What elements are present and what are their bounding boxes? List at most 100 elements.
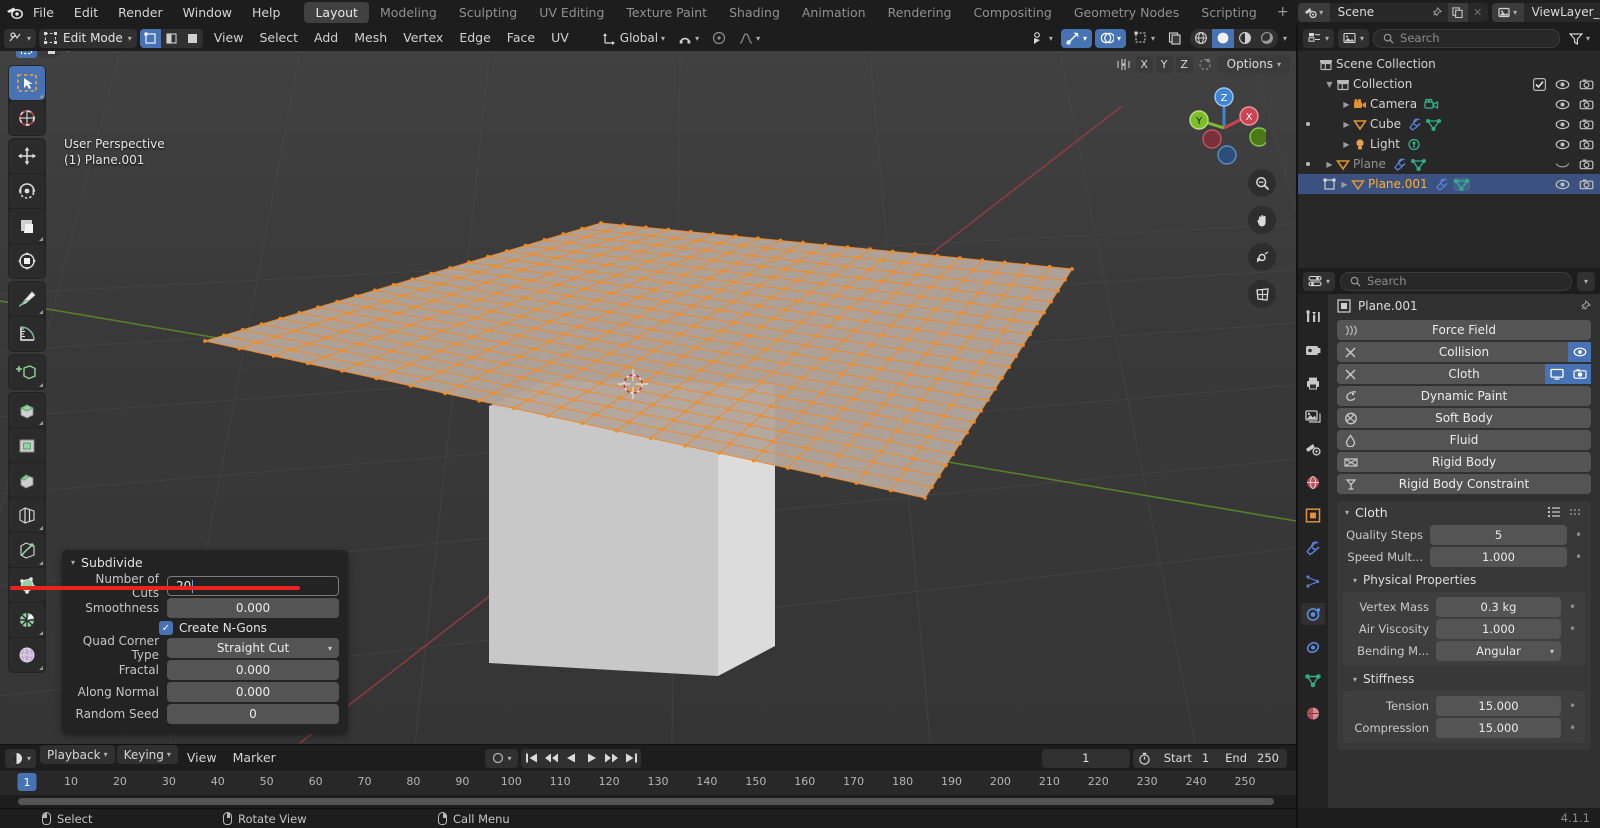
bevel-icon[interactable] <box>9 463 45 497</box>
physics-button-soft-body[interactable]: Soft Body <box>1337 408 1591 428</box>
spin-icon[interactable] <box>9 603 45 637</box>
inset-faces-icon[interactable] <box>9 428 45 462</box>
tweak-select-box-icon[interactable] <box>9 66 45 100</box>
properties-tab-constraints[interactable] <box>1301 636 1325 658</box>
axis-lock-z[interactable]: Z <box>1175 55 1193 73</box>
face-select-icon[interactable] <box>181 28 203 48</box>
cursor-icon[interactable] <box>9 101 45 135</box>
quad-corner-type-select[interactable]: Straight Cut ▾ <box>167 638 339 658</box>
wireframe-shading-icon[interactable] <box>1189 28 1212 48</box>
hide-in-viewport-icon[interactable] <box>1555 158 1570 171</box>
workspace-tab-texture-paint[interactable]: Texture Paint <box>615 2 718 23</box>
workspace-tab-uv-editing[interactable]: UV Editing <box>528 2 615 23</box>
viewport-menu-view[interactable]: View <box>206 25 252 51</box>
timeline-editor-icon[interactable]: ▾ <box>5 748 37 768</box>
timeline-scrollbar[interactable] <box>0 795 1296 807</box>
physics-button-rigid-body[interactable]: Rigid Body <box>1337 452 1591 472</box>
zoom-icon[interactable] <box>1248 169 1276 197</box>
xray-toggle-button[interactable]: ▾ <box>1129 29 1160 48</box>
light-data-icon[interactable] <box>1407 138 1421 151</box>
outliner-row-collection[interactable]: ▼ Collection <box>1298 74 1600 94</box>
mesh-data-icon[interactable] <box>1410 158 1426 171</box>
disable-in-renders-icon[interactable] <box>1579 98 1594 111</box>
physics-button-collision[interactable]: Collision <box>1337 342 1591 362</box>
animate-property-icon[interactable]: • <box>1568 699 1577 713</box>
properties-tab-scene[interactable] <box>1301 438 1325 460</box>
menu-edit[interactable]: Edit <box>64 0 108 25</box>
workspace-tab-rendering[interactable]: Rendering <box>877 2 963 23</box>
editor-type-button[interactable]: ▾ <box>4 28 37 48</box>
properties-editor-icon[interactable]: ▾ <box>1303 271 1336 291</box>
modifier-wrench-icon[interactable] <box>1408 117 1422 131</box>
properties-tab-render[interactable] <box>1301 339 1325 361</box>
blender-logo-icon[interactable] <box>6 3 23 23</box>
workspace-tab-scripting[interactable]: Scripting <box>1190 2 1268 23</box>
cloth-camera-toggle[interactable] <box>1568 364 1591 384</box>
tension-input[interactable]: 15.000 <box>1436 696 1561 716</box>
material-preview-shading-icon[interactable] <box>1233 28 1256 48</box>
random-seed-input[interactable]: 0 <box>167 704 339 724</box>
camera-data-icon[interactable] <box>1424 98 1439 111</box>
properties-tab-physics[interactable] <box>1301 603 1325 625</box>
physics-button-fluid[interactable]: Fluid <box>1337 430 1591 450</box>
outliner-search-input[interactable]: Search <box>1373 28 1560 48</box>
animate-property-icon[interactable]: • <box>1568 721 1577 735</box>
properties-tab-data[interactable] <box>1301 669 1325 691</box>
bending-model-select[interactable]: Angular ▾ <box>1436 641 1561 661</box>
disable-in-renders-icon[interactable] <box>1579 158 1594 171</box>
auto-keying-button[interactable]: ▾ <box>485 748 519 768</box>
properties-tab-modifiers[interactable] <box>1301 537 1325 559</box>
vertex-mass-input[interactable]: 0.3 kg <box>1436 597 1561 617</box>
menu-render[interactable]: Render <box>108 0 173 25</box>
scale-icon[interactable] <box>9 209 45 243</box>
outliner-row-cube[interactable]: ▶ Cube <box>1298 114 1600 134</box>
play-icon[interactable] <box>581 748 602 768</box>
properties-tab-view-layer[interactable] <box>1301 405 1325 427</box>
viewlayer-selector[interactable]: ▾ ViewLayer_002 ✕ <box>1491 3 1600 22</box>
jump-end-icon[interactable] <box>621 748 642 768</box>
timeline-ruler[interactable]: 1 10 20 30 40 50 60 70 80 90 100 110 120 130 140 150 160… <box>0 771 1296 795</box>
properties-tab-object[interactable] <box>1301 504 1325 526</box>
overlays-toggle-button[interactable]: ▾ <box>1094 28 1126 48</box>
properties-tab-particles[interactable] <box>1301 570 1325 592</box>
axis-lock-y[interactable]: Y <box>1155 55 1173 73</box>
options-button[interactable]: Options ▾ <box>1217 54 1290 74</box>
presets-list-icon[interactable] <box>1547 506 1561 518</box>
properties-options-button[interactable]: ▾ <box>1576 271 1595 291</box>
hide-in-viewport-icon[interactable] <box>1555 98 1570 111</box>
properties-search-input[interactable]: Search <box>1340 271 1572 291</box>
workspace-tab-geometry-nodes[interactable]: Geometry Nodes <box>1063 2 1190 23</box>
rotate-icon[interactable] <box>9 174 45 208</box>
animate-property-icon[interactable]: • <box>1568 600 1577 614</box>
expand-arrow-icon[interactable]: ▶ <box>1338 180 1351 189</box>
compression-input[interactable]: 15.000 <box>1436 718 1561 738</box>
menu-help[interactable]: Help <box>242 0 291 25</box>
knife-icon[interactable] <box>9 533 45 567</box>
gizmo-toggle-button[interactable]: ▾ <box>1060 28 1092 48</box>
collision-eye-toggle[interactable] <box>1568 342 1591 362</box>
outliner-row-plane-001[interactable]: ▶ Plane.001 <box>1298 174 1600 194</box>
menu-window[interactable]: Window <box>173 0 242 25</box>
playhead[interactable]: 1 <box>17 773 37 791</box>
disable-in-renders-icon[interactable] <box>1579 178 1594 191</box>
physical-properties-header[interactable]: ▾ Physical Properties <box>1337 570 1591 590</box>
start-frame-field[interactable]: Start 1 <box>1155 748 1218 768</box>
expand-arrow-icon[interactable]: ▼ <box>1323 80 1336 89</box>
grip-dots-icon[interactable] <box>1569 506 1583 518</box>
outliner-row-plane[interactable]: ▶ Plane <box>1298 154 1600 174</box>
viewport-menu-edge[interactable]: Edge <box>451 25 498 51</box>
viewport-menu-vertex[interactable]: Vertex <box>395 25 451 51</box>
hide-in-viewport-icon[interactable] <box>1555 78 1570 91</box>
stiffness-header[interactable]: ▾ Stiffness <box>1337 669 1591 689</box>
physics-button-cloth[interactable]: Cloth <box>1337 364 1591 384</box>
cloth-screen-toggle[interactable] <box>1545 364 1568 384</box>
poly-build-icon[interactable] <box>9 568 45 602</box>
transform-orientation-button[interactable]: Global ▾ <box>598 29 670 48</box>
expand-arrow-icon[interactable]: ▶ <box>1340 100 1353 109</box>
hide-in-viewport-icon[interactable] <box>1555 118 1570 131</box>
mesh-data-icon[interactable] <box>1452 177 1470 191</box>
timeline-menu-view[interactable]: View <box>179 745 225 771</box>
animate-property-icon[interactable]: • <box>1568 622 1577 636</box>
collection-checkbox[interactable] <box>1533 77 1546 91</box>
add-cube-icon[interactable] <box>9 355 45 389</box>
